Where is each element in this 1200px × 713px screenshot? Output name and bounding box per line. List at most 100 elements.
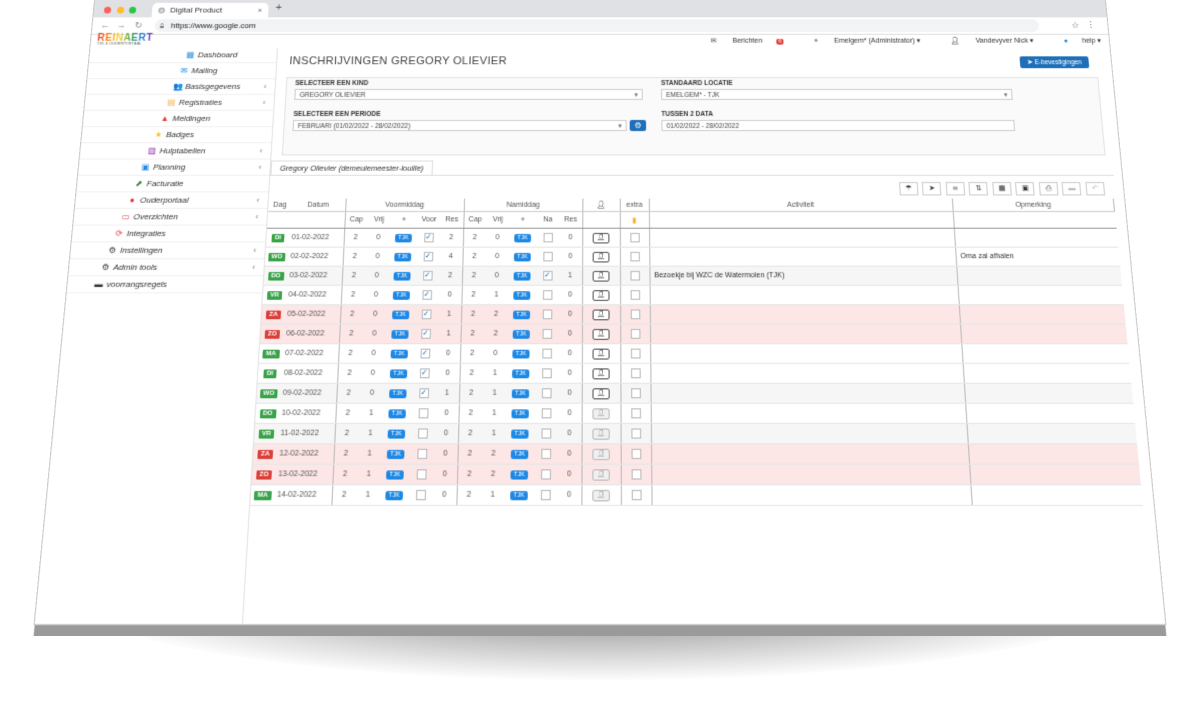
nm-checkbox[interactable] [540, 428, 551, 439]
close-window-dot[interactable] [103, 6, 112, 14]
nm-checkbox[interactable] [540, 489, 551, 501]
extra-checkbox[interactable] [630, 448, 641, 460]
remark-cell[interactable] [957, 285, 1124, 305]
location-tag[interactable]: TJK [514, 233, 531, 242]
sidebar-item-planning[interactable]: ▣ Planning ‹ [78, 159, 271, 176]
location-tag[interactable]: TJK [510, 449, 529, 459]
assign-person-button[interactable]: 👤︎ [592, 367, 610, 379]
location-tag[interactable]: TJK [392, 310, 410, 319]
vm-checkbox[interactable] [416, 469, 427, 480]
assign-person-button[interactable]: 👤︎ [592, 308, 610, 320]
period-settings-button[interactable]: ⚙ [629, 119, 647, 132]
sidebar-item-admin-tools[interactable]: ⚙ Admin tools ‹ [68, 259, 265, 277]
vm-checkbox[interactable]: ✓ [423, 251, 433, 262]
help-dropdown[interactable]: ● help ▾ [1049, 38, 1101, 45]
location-select[interactable]: EMELGEM* - TJK ▾ [661, 88, 1013, 100]
location-tag[interactable]: TJK [510, 469, 528, 479]
assign-person-button[interactable]: 👤︎ [592, 407, 610, 419]
sidebar-item-overzichten[interactable]: ▭ Overzichten ‹ [73, 208, 268, 226]
vm-checkbox[interactable]: ✓ [421, 309, 432, 320]
location-tag[interactable]: TJK [385, 490, 404, 500]
location-tag[interactable]: TJK [393, 271, 411, 281]
sidebar-item-integraties[interactable]: ⟳ Integraties [71, 225, 267, 243]
extra-checkbox[interactable] [630, 309, 640, 320]
remark-cell[interactable] [961, 343, 1129, 364]
location-tag[interactable]: TJK [390, 349, 408, 358]
location-tag[interactable]: TJK [389, 368, 408, 378]
vm-checkbox[interactable]: ✓ [419, 348, 430, 359]
nm-checkbox[interactable] [540, 448, 551, 460]
location-tag[interactable]: TJK [512, 349, 530, 358]
location-tag[interactable]: TJK [514, 252, 531, 261]
logo[interactable]: REINAERT TJK & OUDERPORTAAL [97, 33, 154, 46]
extra-checkbox[interactable] [630, 328, 640, 339]
remark-cell[interactable] [969, 464, 1141, 485]
remark-cell[interactable] [967, 443, 1139, 465]
vm-checkbox[interactable] [418, 408, 429, 419]
vm-checkbox[interactable]: ✓ [419, 368, 430, 379]
vm-checkbox[interactable] [417, 428, 428, 439]
remark-cell[interactable] [965, 403, 1135, 424]
assign-person-button[interactable]: 👤︎ [592, 251, 610, 262]
browser-menu-icon[interactable]: ⋮ [1086, 20, 1096, 31]
link-icon[interactable]: ∞ [945, 182, 966, 196]
remark-cell[interactable] [953, 228, 1118, 248]
remark-cell[interactable] [962, 363, 1131, 384]
child-tab[interactable]: Gregory Olievier (demeulemeester-louille… [270, 160, 434, 176]
vm-checkbox[interactable]: ✓ [418, 388, 429, 399]
nm-checkbox[interactable] [542, 232, 553, 243]
print-icon[interactable]: ⎙ [1038, 182, 1059, 196]
remark-cell[interactable] [958, 304, 1126, 325]
location-tag[interactable]: TJK [512, 329, 530, 339]
extra-checkbox[interactable] [629, 251, 640, 262]
send-icon[interactable]: ➤ [922, 182, 942, 196]
location-tag[interactable]: TJK [394, 252, 412, 261]
location-tag[interactable]: TJK [511, 429, 529, 439]
sidebar-item-badges[interactable]: ★ Badges [81, 127, 273, 144]
sidebar-item-facturatie[interactable]: ⬈ Facturatie [76, 175, 270, 193]
nm-checkbox[interactable] [542, 290, 552, 300]
new-tab-icon[interactable]: + [275, 2, 282, 14]
extra-checkbox[interactable] [629, 232, 640, 243]
location-dropdown[interactable]: ⌖ Emelgem* (Administrator) ▾ [800, 38, 921, 45]
sidebar-item-hulptabellen[interactable]: ▥ Hulptabellen ‹ [79, 143, 272, 160]
sidebar-item-registraties[interactable]: ▤ Registraties ‹ [84, 94, 275, 111]
extra-checkbox[interactable] [630, 408, 641, 419]
undo-icon[interactable]: ↶ [1085, 182, 1106, 196]
user-dropdown[interactable]: 👤︎ Vandevyver Nick ▾ [936, 38, 1033, 45]
assign-person-button[interactable]: 👤︎ [592, 468, 610, 481]
extra-checkbox[interactable] [630, 368, 641, 379]
close-tab-icon[interactable]: × [257, 3, 263, 17]
assign-person-button[interactable]: 👤︎ [592, 448, 610, 460]
nm-checkbox[interactable] [541, 368, 552, 379]
nm-checkbox[interactable] [541, 328, 552, 339]
location-tag[interactable]: TJK [387, 429, 406, 439]
sidebar-item-ouderportaal[interactable]: ● Ouderportaal ‹ [74, 192, 269, 209]
location-tag[interactable]: TJK [391, 329, 409, 339]
reload-icon[interactable]: ↻ [134, 20, 142, 31]
remark-cell[interactable] [966, 423, 1137, 444]
bookmark-star-icon[interactable]: ☆ [1071, 20, 1080, 31]
save-icon[interactable]: ▬ [1062, 182, 1082, 196]
location-tag[interactable]: TJK [511, 388, 529, 398]
vm-checkbox[interactable] [415, 489, 426, 501]
nm-checkbox[interactable] [541, 388, 552, 399]
assign-person-button[interactable]: 👤︎ [592, 427, 610, 440]
assign-person-button[interactable]: 👤︎ [592, 348, 610, 360]
location-tag[interactable]: TJK [389, 388, 407, 398]
vm-checkbox[interactable]: ✓ [421, 290, 432, 300]
remark-cell[interactable] [960, 324, 1127, 344]
sidebar-item-basisgegevens[interactable]: 👥Basisgegevens ‹ [85, 79, 276, 95]
extra-checkbox[interactable] [631, 489, 642, 501]
assign-person-button[interactable]: 👤︎ [592, 387, 610, 399]
extra-checkbox[interactable] [630, 290, 640, 300]
assign-person-button[interactable]: 👤︎ [592, 328, 610, 340]
extra-checkbox[interactable] [630, 348, 641, 359]
location-tag[interactable]: TJK [511, 408, 529, 418]
date-range-input[interactable]: 01/02/2022 - 28/02/2022 [661, 119, 1016, 132]
location-tag[interactable]: TJK [388, 408, 406, 418]
location-tag[interactable]: TJK [386, 449, 405, 459]
nm-checkbox[interactable] [542, 251, 553, 262]
nm-checkbox[interactable] [541, 348, 552, 359]
vm-checkbox[interactable]: ✓ [422, 270, 433, 281]
